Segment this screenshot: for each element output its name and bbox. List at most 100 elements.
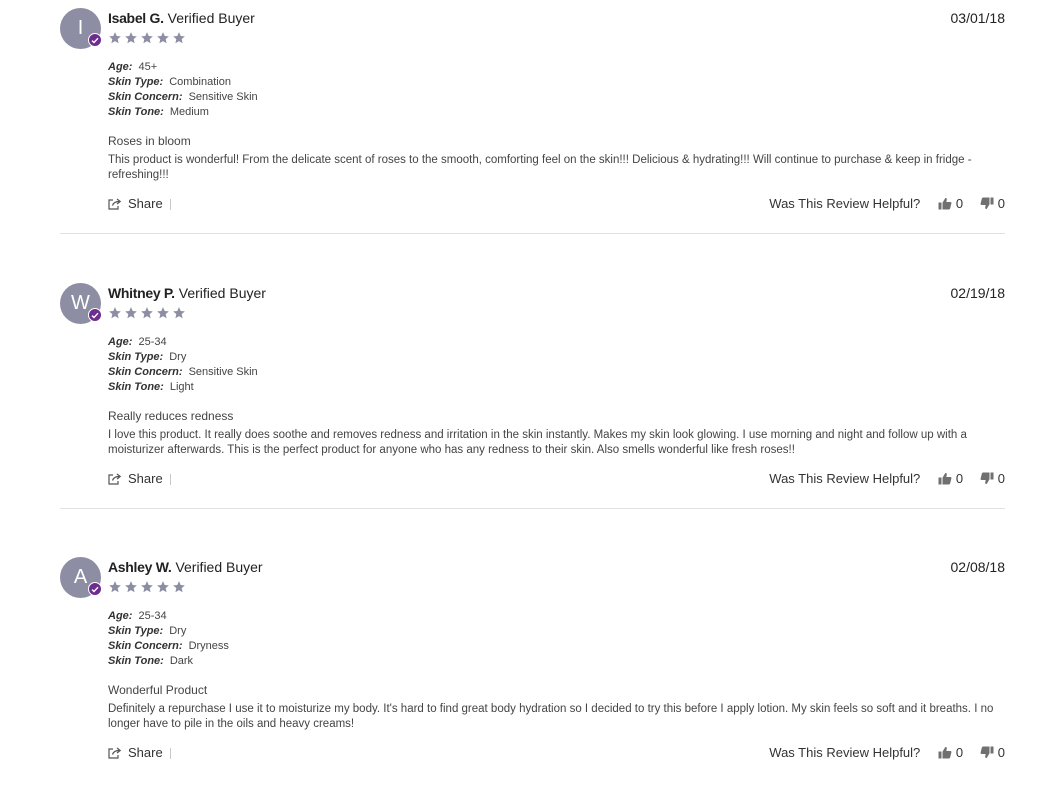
- star-icon: [109, 32, 121, 44]
- skin-type-value: Combination: [169, 76, 231, 88]
- reviewer-line: Isabel G. Verified Buyer: [108, 10, 255, 26]
- verified-buyer-label: Verified Buyer: [167, 10, 255, 26]
- share-button[interactable]: Share: [108, 471, 163, 486]
- thumbs-up-icon: [938, 746, 952, 759]
- verified-check-icon: [88, 582, 102, 596]
- star-rating: [108, 31, 188, 45]
- skin-concern-key: Skin Concern:: [108, 366, 183, 378]
- review-body: I love this product. It really does soot…: [108, 429, 967, 456]
- star-rating: [108, 306, 188, 320]
- review-divider: [60, 233, 1005, 234]
- star-icon: [125, 581, 137, 593]
- star-icon: [125, 307, 137, 319]
- age-key: Age:: [108, 610, 133, 622]
- star-icon: [157, 32, 169, 44]
- review-body: This product is wonderful! From the deli…: [108, 154, 972, 181]
- review-date: 02/08/18: [950, 559, 1006, 575]
- review-title: Roses in bloom: [108, 134, 191, 148]
- thumbs-up-button[interactable]: 0: [938, 196, 963, 211]
- thumbs-down-count: 0: [997, 196, 1005, 211]
- share-button[interactable]: Share: [108, 196, 163, 211]
- helpful-label: Was This Review Helpful?: [769, 745, 921, 760]
- star-rating: [108, 580, 188, 594]
- helpful-votes: Was This Review Helpful? 0 0: [769, 196, 1005, 211]
- skin-tone-key: Skin Tone:: [108, 381, 164, 393]
- skin-type-key: Skin Type:: [108, 351, 164, 363]
- share-divider: [170, 474, 171, 485]
- skin-concern-row: Skin Concern: Dryness: [108, 639, 229, 654]
- age-value: 25-34: [138, 336, 167, 348]
- skin-type-key: Skin Type:: [108, 625, 164, 637]
- share-icon: [108, 198, 122, 210]
- skin-tone-row: Skin Tone: Medium: [108, 105, 258, 120]
- share-divider: [170, 199, 171, 210]
- skin-type-row: Skin Type: Dry: [108, 350, 258, 365]
- share-divider: [170, 748, 171, 759]
- thumbs-up-icon: [938, 472, 952, 485]
- thumbs-up-icon: [938, 197, 952, 210]
- reviewer-properties: Age: 25-34 Skin Type: Dry Skin Concern: Dry…: [108, 609, 229, 669]
- verified-buyer-label: Verified Buyer: [175, 559, 263, 575]
- skin-tone-key: Skin Tone:: [108, 106, 164, 118]
- thumbs-down-icon: [980, 197, 994, 210]
- reviewer-name[interactable]: Whitney P.: [108, 285, 175, 301]
- skin-type-key: Skin Type:: [108, 76, 164, 88]
- skin-tone-value: Light: [169, 381, 194, 393]
- star-icon: [141, 32, 153, 44]
- thumbs-down-button[interactable]: 0: [980, 745, 1005, 760]
- helpful-label: Was This Review Helpful?: [769, 471, 921, 486]
- thumbs-up-count: 0: [955, 745, 964, 760]
- star-icon: [141, 307, 153, 319]
- share-button[interactable]: Share: [108, 745, 163, 760]
- star-icon: [109, 581, 121, 593]
- verified-buyer-label: Verified Buyer: [178, 285, 266, 301]
- thumbs-up-button[interactable]: 0: [938, 745, 963, 760]
- avatar-initial: I: [77, 17, 84, 39]
- skin-type-row: Skin Type: Combination: [108, 75, 258, 90]
- skin-concern-value: Dryness: [188, 640, 229, 652]
- thumbs-up-count: 0: [955, 471, 964, 486]
- skin-concern-key: Skin Concern:: [108, 640, 183, 652]
- star-icon: [173, 307, 185, 319]
- helpful-label: Was This Review Helpful?: [769, 196, 921, 211]
- review-body: Definitely a repurchase I use it to mois…: [108, 703, 994, 730]
- reviewer-name[interactable]: Isabel G.: [108, 10, 164, 26]
- share-icon: [108, 747, 122, 759]
- skin-type-value: Dry: [169, 351, 187, 363]
- thumbs-down-button[interactable]: 0: [980, 471, 1005, 486]
- avatar-initial: A: [73, 566, 88, 588]
- avatar-initial: W: [71, 292, 90, 314]
- star-icon: [157, 307, 169, 319]
- reviewer-name[interactable]: Ashley W.: [108, 559, 172, 575]
- thumbs-up-button[interactable]: 0: [938, 471, 963, 486]
- helpful-votes: Was This Review Helpful? 0 0: [769, 745, 1005, 760]
- skin-concern-row: Skin Concern: Sensitive Skin: [108, 90, 258, 105]
- star-icon: [173, 581, 185, 593]
- skin-concern-key: Skin Concern:: [108, 91, 183, 103]
- share-label: Share: [128, 196, 163, 211]
- star-icon: [141, 581, 153, 593]
- star-icon: [109, 307, 121, 319]
- skin-type-row: Skin Type: Dry: [108, 624, 229, 639]
- thumbs-down-count: 0: [997, 745, 1005, 760]
- skin-concern-value: Sensitive Skin: [188, 91, 258, 103]
- star-icon: [157, 581, 169, 593]
- age-row: Age: 45+: [108, 60, 258, 75]
- reviewer-properties: Age: 45+ Skin Type: Combination Skin Conce…: [108, 60, 258, 120]
- age-row: Age: 25-34: [108, 335, 258, 350]
- age-key: Age:: [108, 336, 133, 348]
- thumbs-up-count: 0: [955, 196, 964, 211]
- thumbs-down-count: 0: [997, 471, 1005, 486]
- reviewer-line: Ashley W. Verified Buyer: [108, 559, 263, 575]
- share-label: Share: [128, 471, 163, 486]
- skin-tone-value: Dark: [169, 655, 194, 667]
- thumbs-down-button[interactable]: 0: [980, 196, 1005, 211]
- share-icon: [108, 473, 122, 485]
- star-icon: [173, 32, 185, 44]
- skin-tone-row: Skin Tone: Dark: [108, 654, 229, 669]
- review-date: 03/01/18: [950, 10, 1006, 26]
- star-icon: [125, 32, 137, 44]
- review-title: Really reduces redness: [108, 409, 234, 423]
- reviewer-properties: Age: 25-34 Skin Type: Dry Skin Concern: Sen…: [108, 335, 258, 395]
- skin-tone-row: Skin Tone: Light: [108, 380, 258, 395]
